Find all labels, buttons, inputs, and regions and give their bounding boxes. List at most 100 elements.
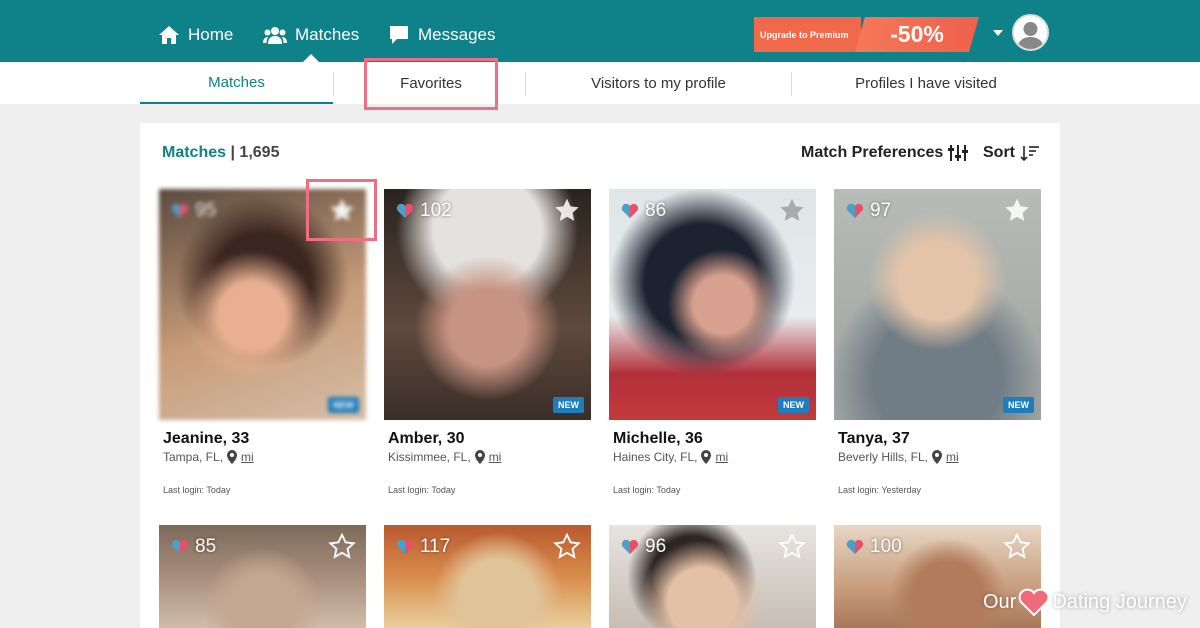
user-avatar[interactable]: [1012, 14, 1049, 51]
last-login: Last login: Yesterday: [838, 485, 922, 495]
upgrade-premium-banner[interactable]: Upgrade to Premium -50%: [754, 17, 979, 52]
heart-score-icon: [396, 539, 414, 554]
sort-button[interactable]: Sort: [983, 144, 1040, 162]
profile-distance: mi: [715, 450, 729, 464]
profile-distance: mi: [488, 450, 502, 464]
match-score: 97: [846, 200, 891, 222]
profile-location: Tampa, FL, mi: [163, 450, 254, 464]
new-badge: NEW: [553, 397, 584, 413]
match-score: 100: [846, 536, 902, 558]
map-pin-icon: [932, 450, 943, 464]
nav-messages-label: Messages: [418, 25, 496, 44]
profile-card[interactable]: 102 NEW Amber, 30 Kissimmee, FL, mi Last…: [384, 189, 591, 495]
sliders-icon: [948, 145, 969, 161]
profile-photo[interactable]: 97 NEW: [834, 189, 1041, 420]
tab-divider: [525, 72, 526, 96]
favorite-star-icon[interactable]: [778, 197, 806, 225]
nav-matches[interactable]: Matches: [263, 22, 359, 48]
profile-photo[interactable]: 95 NEW: [159, 189, 366, 420]
tab-profiles-visited[interactable]: Profiles I have visited: [792, 62, 1060, 104]
profile-card[interactable]: 97 NEW Tanya, 37 Beverly Hills, FL, mi L…: [834, 189, 1041, 495]
profile-photo[interactable]: 86 NEW: [609, 189, 816, 420]
profile-name[interactable]: Amber, 30: [388, 430, 464, 448]
last-login: Last login: Today: [613, 485, 681, 495]
last-login: Last login: Today: [163, 485, 231, 495]
top-nav-bar: Home Matches Messages Upgrade to Premium…: [0, 0, 1200, 62]
match-preferences-label: Match Preferences: [801, 144, 944, 161]
favorite-star-outline-icon[interactable]: [778, 533, 806, 561]
profile-photo[interactable]: 96: [609, 525, 816, 628]
match-score-value: 117: [420, 536, 451, 557]
premium-label: Upgrade to Premium: [754, 17, 861, 52]
favorite-star-outline-icon[interactable]: [1003, 533, 1031, 561]
profile-card[interactable]: 117: [384, 525, 591, 628]
last-login: Last login: Today: [388, 485, 456, 495]
profile-location: Beverly Hills, FL, mi: [838, 450, 959, 464]
home-icon: [159, 26, 179, 44]
match-score: 95: [171, 200, 216, 222]
profile-card[interactable]: 86 NEW Michelle, 36 Haines City, FL, mi …: [609, 189, 816, 495]
heart-score-icon: [846, 203, 864, 218]
profile-card[interactable]: 96: [609, 525, 816, 628]
map-pin-icon: [701, 450, 712, 464]
tab-divider: [333, 72, 334, 96]
profile-name[interactable]: Tanya, 37: [838, 430, 910, 448]
favorite-star-icon[interactable]: [328, 197, 356, 225]
match-score: 96: [621, 536, 666, 558]
matches-count-value: 1,695: [239, 144, 280, 161]
heart-score-icon: [621, 203, 639, 218]
profile-photo[interactable]: 117: [384, 525, 591, 628]
map-pin-icon: [474, 450, 485, 464]
match-score: 86: [621, 200, 666, 222]
matches-count-separator: |: [230, 144, 235, 161]
sort-label: Sort: [983, 144, 1015, 161]
users-icon: [263, 27, 287, 44]
sort-icon: [1020, 146, 1039, 161]
match-score-value: 85: [195, 536, 217, 557]
active-nav-indicator: [303, 54, 319, 62]
new-badge: NEW: [1003, 397, 1034, 413]
nav-home-label: Home: [188, 25, 234, 44]
nav-home[interactable]: Home: [158, 22, 233, 48]
matches-count: Matches | 1,695: [162, 144, 279, 162]
favorite-star-outline-icon[interactable]: [328, 533, 356, 561]
profile-card[interactable]: 85: [159, 525, 366, 628]
profile-city: Haines City, FL,: [613, 450, 698, 464]
profile-card[interactable]: 95 NEW Jeanine, 33 Tampa, FL, mi Last lo…: [159, 189, 366, 495]
match-score-value: 97: [870, 200, 892, 221]
heart-score-icon: [396, 203, 414, 218]
map-pin-icon: [227, 450, 238, 464]
tab-visitors[interactable]: Visitors to my profile: [527, 62, 790, 104]
default-avatar-icon: [1017, 22, 1044, 49]
premium-discount: -50%: [855, 17, 979, 52]
heart-score-icon: [621, 539, 639, 554]
account-dropdown-icon[interactable]: [993, 30, 1003, 36]
heart-score-icon: [171, 203, 189, 218]
profile-name[interactable]: Jeanine, 33: [163, 430, 249, 448]
match-score-value: 100: [870, 536, 902, 557]
matches-subnav: Matches Favorites Visitors to my profile…: [0, 62, 1200, 104]
new-badge: NEW: [328, 397, 359, 413]
match-score-value: 96: [645, 536, 667, 557]
watermark-text-left: Our: [983, 590, 1017, 613]
match-preferences-button[interactable]: Match Preferences: [801, 144, 969, 162]
tab-matches[interactable]: Matches: [140, 62, 333, 104]
profile-photo[interactable]: 102 NEW: [384, 189, 591, 420]
match-score-value: 102: [420, 200, 452, 221]
profile-name[interactable]: Michelle, 36: [613, 430, 703, 448]
profile-photo[interactable]: 85: [159, 525, 366, 628]
new-badge: NEW: [778, 397, 809, 413]
match-score-value: 95: [195, 200, 217, 221]
nav-messages[interactable]: Messages: [388, 22, 495, 48]
match-score: 85: [171, 536, 216, 558]
profile-location: Kissimmee, FL, mi: [388, 450, 501, 464]
chat-bubble-icon: [390, 26, 408, 44]
watermark-text-right: Dating Journey: [1052, 590, 1187, 613]
tab-favorites[interactable]: Favorites: [366, 62, 496, 104]
match-score-value: 86: [645, 200, 667, 221]
favorite-star-outline-icon[interactable]: [553, 533, 581, 561]
favorite-star-icon[interactable]: [553, 197, 581, 225]
profile-distance: mi: [946, 450, 959, 464]
favorite-star-icon[interactable]: [1003, 197, 1031, 225]
matches-count-label: Matches: [162, 144, 227, 161]
